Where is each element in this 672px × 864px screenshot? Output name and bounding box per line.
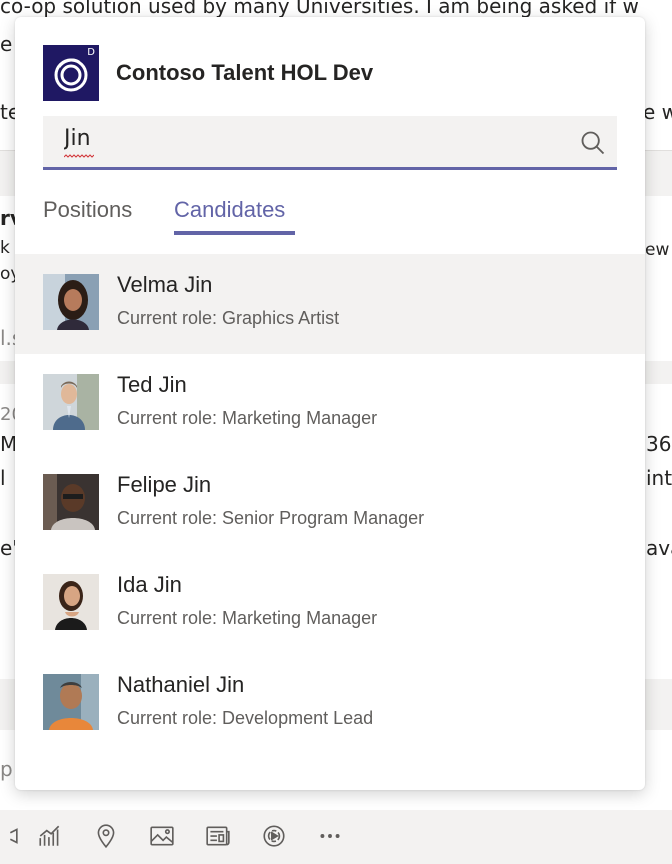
app-title: Contoso Talent HOL Dev bbox=[116, 60, 374, 85]
analytics-icon[interactable] bbox=[34, 820, 66, 852]
candidate-role: Current role: Marketing Manager bbox=[117, 608, 378, 628]
candidate-role: Current role: Senior Program Manager bbox=[117, 508, 425, 528]
candidate-name: Nathaniel Jin bbox=[117, 672, 245, 697]
tab-positions[interactable]: Positions bbox=[43, 197, 132, 223]
video-icon[interactable] bbox=[0, 820, 22, 852]
avatar bbox=[43, 374, 99, 430]
avatar bbox=[43, 674, 99, 730]
sway-icon[interactable] bbox=[258, 820, 290, 852]
avatar bbox=[43, 474, 99, 530]
message-text: l bbox=[0, 466, 6, 490]
message-text: co-op solution used by many Universities… bbox=[0, 0, 639, 18]
candidate-role: Current role: Development Lead bbox=[117, 708, 374, 728]
search-input[interactable] bbox=[64, 126, 544, 151]
candidate-name: Ted Jin bbox=[117, 372, 187, 397]
avatar bbox=[43, 274, 99, 330]
popup-header: D Contoso Talent HOL Dev bbox=[43, 45, 373, 101]
candidate-item[interactable]: Ted Jin Current role: Marketing Manager bbox=[15, 354, 645, 454]
messaging-extension-popup: D Contoso Talent HOL Dev Positions Candi… bbox=[15, 17, 645, 790]
candidate-name: Velma Jin bbox=[117, 272, 213, 297]
candidate-role: Current role: Graphics Artist bbox=[117, 308, 340, 328]
image-icon[interactable] bbox=[146, 820, 178, 852]
candidate-role: Current role: Marketing Manager bbox=[117, 408, 378, 428]
candidate-item[interactable]: Felipe Jin Current role: Senior Program … bbox=[15, 454, 645, 554]
app-logo-icon: D bbox=[43, 45, 99, 101]
candidate-name: Felipe Jin bbox=[117, 472, 212, 497]
news-icon[interactable] bbox=[202, 820, 234, 852]
search-box[interactable] bbox=[43, 116, 617, 170]
avatar bbox=[43, 574, 99, 630]
candidate-list: Velma Jin Current role: Graphics Artist … bbox=[15, 254, 645, 754]
candidate-item[interactable]: Ida Jin Current role: Marketing Manager bbox=[15, 554, 645, 654]
more-options-icon[interactable] bbox=[314, 820, 346, 852]
candidate-item[interactable]: Nathaniel Jin Current role: Development … bbox=[15, 654, 645, 754]
location-icon[interactable] bbox=[90, 820, 122, 852]
message-text: 365 bbox=[646, 432, 672, 456]
compose-placeholder: p bbox=[0, 757, 13, 781]
tab-candidates[interactable]: Candidates bbox=[174, 197, 285, 223]
candidate-item[interactable]: Velma Jin Current role: Graphics Artist bbox=[15, 254, 645, 354]
search-icon[interactable] bbox=[579, 129, 607, 157]
spellcheck-underline bbox=[64, 154, 94, 158]
app-logo-badge: D bbox=[87, 47, 95, 58]
active-tab-indicator bbox=[174, 231, 295, 235]
message-text: ew bbox=[645, 240, 670, 260]
candidate-name: Ida Jin bbox=[117, 572, 182, 597]
message-text: ava bbox=[646, 536, 672, 560]
message-text: inte bbox=[646, 466, 672, 490]
message-text: e w bbox=[643, 100, 672, 124]
